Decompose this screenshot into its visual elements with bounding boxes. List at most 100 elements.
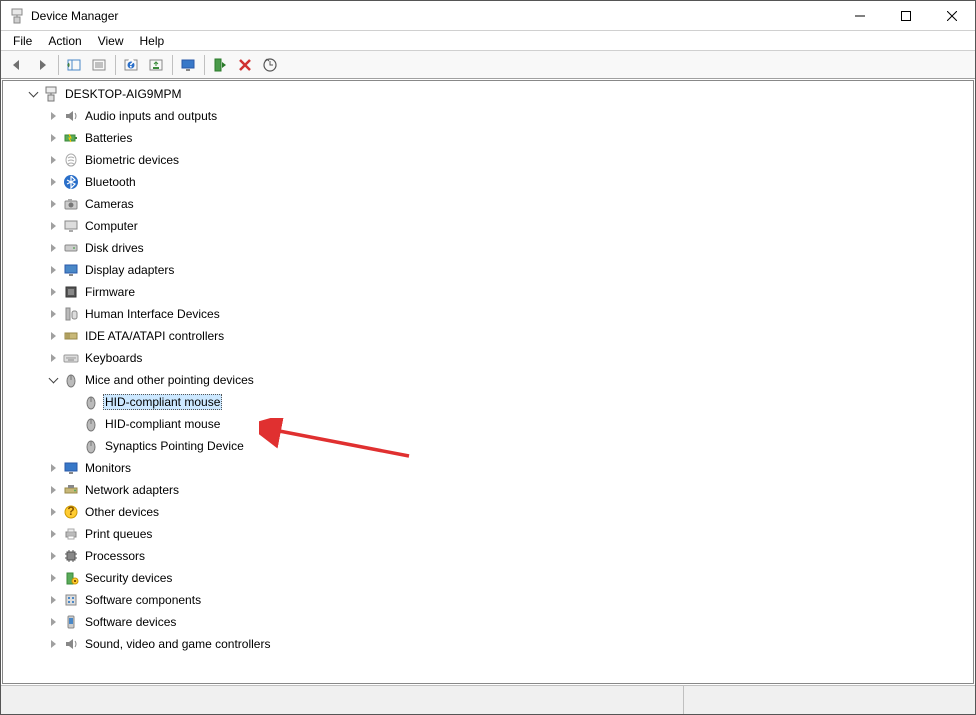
menu-action[interactable]: Action	[40, 32, 89, 50]
tree-category[interactable]: Security devices	[3, 567, 973, 589]
computer-icon	[43, 86, 59, 102]
tree-category[interactable]: Computer	[3, 215, 973, 237]
chevron-down-icon[interactable]	[25, 86, 41, 102]
tree-category[interactable]: Cameras	[3, 193, 973, 215]
enable-device-button[interactable]	[208, 53, 232, 77]
menubar: File Action View Help	[1, 31, 975, 51]
toolbar-separator	[204, 55, 205, 75]
tree-category[interactable]: IDE ATA/ATAPI controllers	[3, 325, 973, 347]
chevron-right-icon[interactable]	[45, 262, 61, 278]
mouse-icon	[63, 372, 79, 388]
chevron-right-icon[interactable]	[45, 548, 61, 564]
display-icon	[63, 262, 79, 278]
chevron-right-icon[interactable]	[45, 196, 61, 212]
camera-icon	[63, 196, 79, 212]
tree-category[interactable]: Software components	[3, 589, 973, 611]
disable-device-button[interactable]	[233, 53, 257, 77]
mouse-icon	[83, 438, 99, 454]
tree-category[interactable]: Network adapters	[3, 479, 973, 501]
chevron-right-icon[interactable]	[45, 636, 61, 652]
chevron-right-icon[interactable]	[45, 328, 61, 344]
tree-device-label: HID-compliant mouse	[103, 416, 222, 432]
toolbar-separator	[172, 55, 173, 75]
titlebar: Device Manager	[1, 1, 975, 31]
tree-category-label: Other devices	[83, 504, 161, 520]
chevron-right-icon[interactable]	[45, 592, 61, 608]
tree-category[interactable]: Bluetooth	[3, 171, 973, 193]
forward-button[interactable]	[30, 53, 54, 77]
tree-category[interactable]: Print queues	[3, 523, 973, 545]
tree-category[interactable]: Audio inputs and outputs	[3, 105, 973, 127]
chevron-right-icon[interactable]	[45, 504, 61, 520]
toolbar-separator	[58, 55, 59, 75]
tree-device-label: HID-compliant mouse	[103, 394, 222, 410]
tree-category[interactable]: Software devices	[3, 611, 973, 633]
expander-spacer	[65, 394, 81, 410]
tree-category[interactable]: ? Other devices	[3, 501, 973, 523]
close-button[interactable]	[929, 1, 975, 30]
tree-category[interactable]: Sound, video and game controllers	[3, 633, 973, 655]
uninstall-monitor-button[interactable]	[176, 53, 200, 77]
chevron-right-icon[interactable]	[45, 218, 61, 234]
tree-category-label: Security devices	[83, 570, 174, 586]
tree-category-label: Cameras	[83, 196, 136, 212]
chevron-right-icon[interactable]	[45, 174, 61, 190]
tree-category[interactable]: Firmware	[3, 281, 973, 303]
tree-category-label: Software components	[83, 592, 203, 608]
show-hide-console-button[interactable]	[62, 53, 86, 77]
chevron-right-icon[interactable]	[45, 108, 61, 124]
tree-device[interactable]: HID-compliant mouse	[3, 391, 973, 413]
biometric-icon	[63, 152, 79, 168]
update-driver-button[interactable]	[144, 53, 168, 77]
chevron-right-icon[interactable]	[45, 350, 61, 366]
mouse-icon	[83, 416, 99, 432]
tree-category[interactable]: Processors	[3, 545, 973, 567]
tree-category[interactable]: Human Interface Devices	[3, 303, 973, 325]
minimize-button[interactable]	[837, 1, 883, 30]
chevron-right-icon[interactable]	[45, 306, 61, 322]
tree-root[interactable]: DESKTOP-AIG9MPM	[3, 83, 973, 105]
tree-category[interactable]: Biometric devices	[3, 149, 973, 171]
tree-category[interactable]: Display adapters	[3, 259, 973, 281]
hid-icon	[63, 306, 79, 322]
chevron-right-icon[interactable]	[45, 526, 61, 542]
printer-icon	[63, 526, 79, 542]
scan-hardware-button[interactable]	[258, 53, 282, 77]
chevron-right-icon[interactable]	[45, 482, 61, 498]
help-button[interactable]: ?	[119, 53, 143, 77]
tree-category[interactable]: Disk drives	[3, 237, 973, 259]
chevron-down-icon[interactable]	[45, 372, 61, 388]
statusbar	[1, 685, 975, 714]
chevron-right-icon[interactable]	[45, 570, 61, 586]
mouse-icon	[83, 394, 99, 410]
menu-view[interactable]: View	[90, 32, 132, 50]
expander-spacer	[65, 438, 81, 454]
properties-button[interactable]	[87, 53, 111, 77]
chevron-right-icon[interactable]	[45, 614, 61, 630]
back-button[interactable]	[5, 53, 29, 77]
tree-category-label: Processors	[83, 548, 147, 564]
window-title: Device Manager	[31, 9, 837, 23]
window-controls	[837, 1, 975, 30]
tree-category[interactable]: Batteries	[3, 127, 973, 149]
swdev-icon	[63, 614, 79, 630]
tree-category[interactable]: Monitors	[3, 457, 973, 479]
menu-file[interactable]: File	[5, 32, 40, 50]
tree-category-label: Print queues	[83, 526, 154, 542]
tree-device[interactable]: Synaptics Pointing Device	[3, 435, 973, 457]
expander-spacer	[65, 416, 81, 432]
tree-device[interactable]: HID-compliant mouse	[3, 413, 973, 435]
tree-category-label: Sound, video and game controllers	[83, 636, 272, 652]
tree-category-label: Batteries	[83, 130, 134, 146]
chevron-right-icon[interactable]	[45, 152, 61, 168]
chevron-right-icon[interactable]	[45, 460, 61, 476]
chevron-right-icon[interactable]	[45, 240, 61, 256]
device-tree[interactable]: DESKTOP-AIG9MPM Audio inputs and outputs…	[3, 81, 973, 683]
chevron-right-icon[interactable]	[45, 284, 61, 300]
tree-category[interactable]: Mice and other pointing devices	[3, 369, 973, 391]
maximize-button[interactable]	[883, 1, 929, 30]
toolbar: ?	[1, 51, 975, 79]
menu-help[interactable]: Help	[132, 32, 173, 50]
chevron-right-icon[interactable]	[45, 130, 61, 146]
tree-category[interactable]: Keyboards	[3, 347, 973, 369]
